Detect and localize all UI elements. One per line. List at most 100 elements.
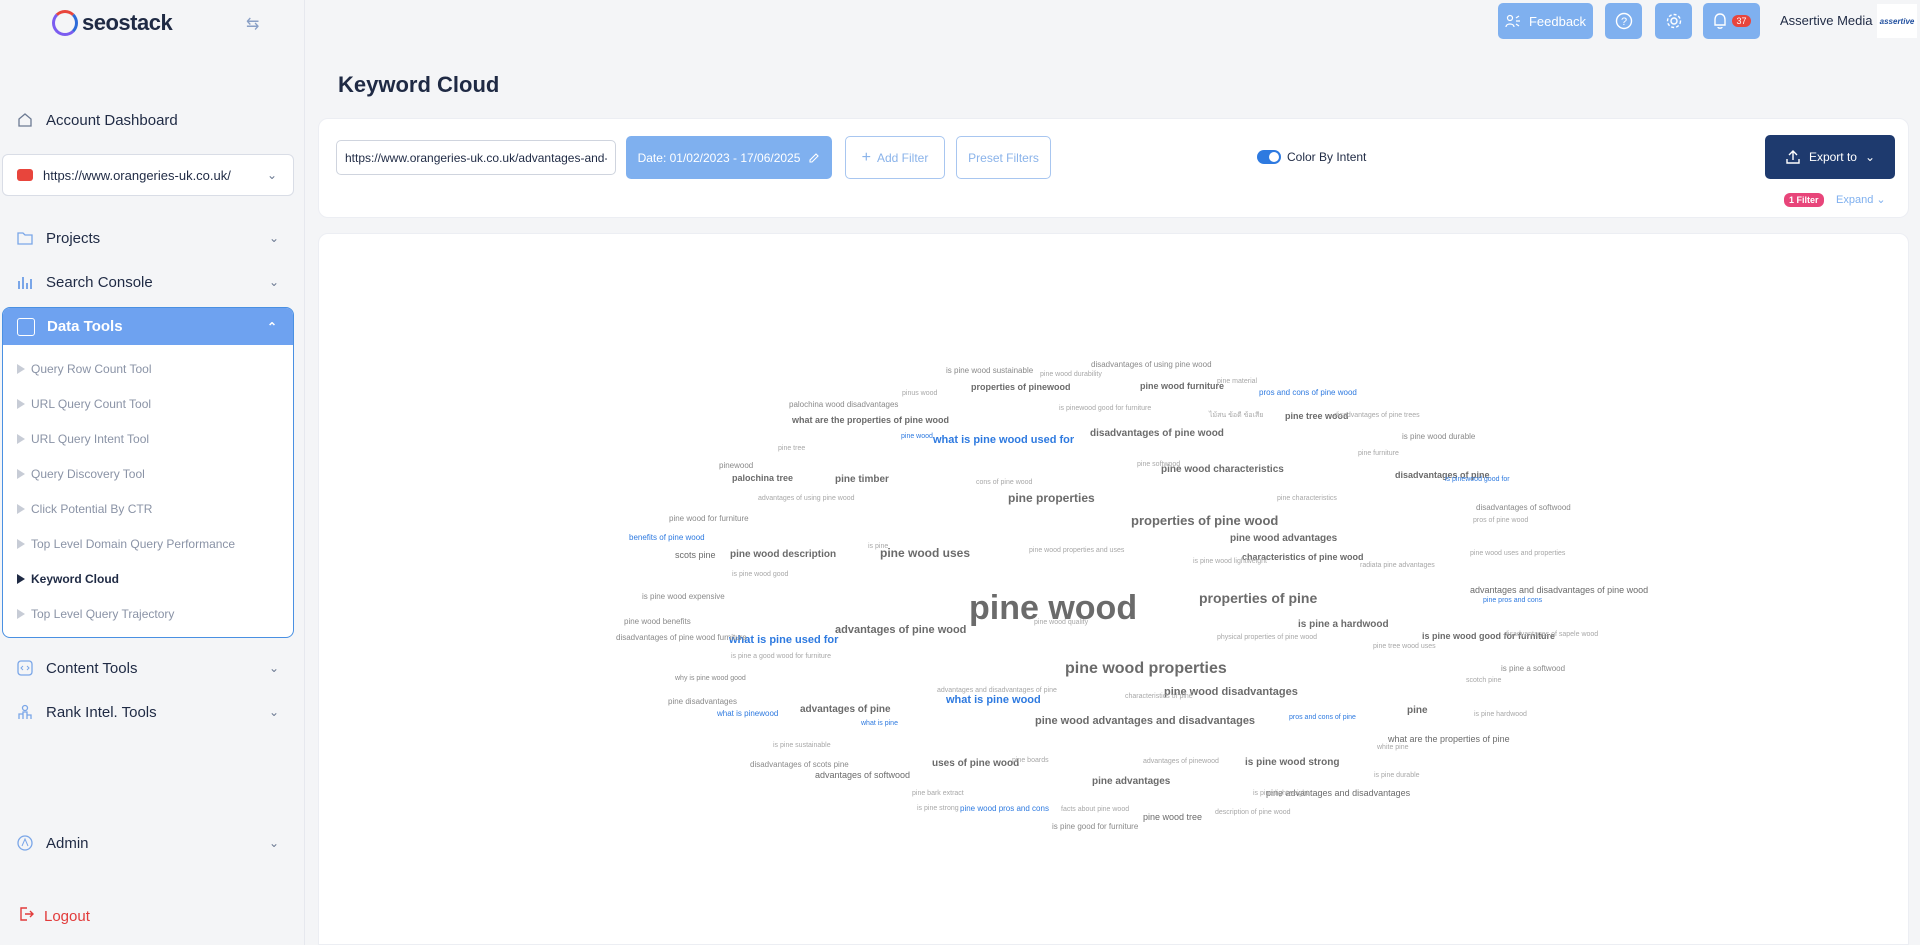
- data-tool-url-query-intent[interactable]: URL Query Intent Tool: [17, 432, 149, 446]
- keyword-cloud-word[interactable]: pine wood advantages and disadvantages: [1035, 716, 1255, 727]
- keyword-cloud-word[interactable]: disadvantages of pine wood: [1090, 429, 1224, 439]
- keyword-cloud-word[interactable]: what are the properties of pine wood: [792, 416, 949, 425]
- keyword-cloud-word[interactable]: advantages and disadvantages of pine woo…: [1470, 586, 1648, 595]
- help-button[interactable]: ?: [1605, 3, 1642, 39]
- keyword-cloud-word[interactable]: what is pine wood used for: [933, 435, 1074, 446]
- data-tool-url-query-count[interactable]: URL Query Count Tool: [17, 397, 151, 411]
- keyword-cloud-word[interactable]: disadvantages of softwood: [1476, 504, 1571, 512]
- keyword-cloud-word[interactable]: properties of pinewood: [971, 383, 1071, 392]
- export-button[interactable]: Export to ⌄: [1765, 135, 1895, 179]
- keyword-cloud-word[interactable]: advantages and disadvantages of pine: [937, 687, 1057, 694]
- keyword-cloud-word[interactable]: palochina wood disadvantages: [789, 401, 898, 409]
- keyword-cloud-word[interactable]: pine wood uses: [880, 547, 970, 559]
- keyword-cloud-word[interactable]: pine wood for furniture: [669, 515, 749, 523]
- keyword-cloud-word[interactable]: is pine wood expensive: [642, 593, 725, 601]
- data-tool-tld-query-performance[interactable]: Top Level Domain Query Performance: [17, 537, 235, 551]
- data-tool-query-row-count[interactable]: Query Row Count Tool: [17, 362, 152, 376]
- keyword-cloud-word[interactable]: advantages of pinewood: [1143, 758, 1219, 765]
- keyword-cloud-word[interactable]: disadvantages of scots pine: [750, 761, 849, 769]
- keyword-cloud-word[interactable]: is pine wood sustainable: [946, 367, 1033, 375]
- keyword-cloud-word[interactable]: is pine wood lightweight: [1193, 558, 1267, 565]
- keyword-cloud-word[interactable]: facts about pine wood: [1061, 806, 1129, 813]
- keyword-cloud-word[interactable]: is pine wood durable: [1402, 433, 1475, 441]
- keyword-cloud-word[interactable]: pine boards: [1012, 757, 1049, 764]
- collapse-sidebar-icon[interactable]: ⇆: [246, 14, 259, 34]
- keyword-cloud-word[interactable]: is pinewood good for: [1445, 476, 1510, 483]
- data-tool-click-potential[interactable]: Click Potential By CTR: [17, 502, 152, 516]
- keyword-cloud-word[interactable]: is pine good for furniture: [1052, 823, 1138, 831]
- keyword-cloud-word[interactable]: characteristics of pine: [1125, 693, 1193, 700]
- keyword-cloud-word[interactable]: pine wood durability: [1040, 371, 1102, 378]
- keyword-cloud-word[interactable]: disadvantages of using pine wood: [1091, 361, 1212, 369]
- keyword-cloud-word[interactable]: scots pine: [675, 551, 716, 560]
- keyword-cloud-word[interactable]: pine properties: [1008, 492, 1095, 504]
- keyword-cloud-word[interactable]: properties of pine wood: [1131, 514, 1278, 527]
- nav-account-dashboard[interactable]: Account Dashboard: [16, 107, 293, 133]
- keyword-cloud-word[interactable]: advantages of pine: [800, 705, 891, 715]
- keyword-cloud-word[interactable]: palochina tree: [732, 474, 793, 483]
- keyword-cloud-word[interactable]: pine wood tree: [1143, 813, 1202, 822]
- feedback-button[interactable]: Feedback: [1498, 3, 1593, 39]
- nav-projects[interactable]: Projects ⌄: [16, 225, 293, 251]
- keyword-cloud-word[interactable]: pine wood properties and uses: [1029, 547, 1124, 554]
- keyword-cloud-word[interactable]: disadvantages of sapele wood: [1504, 631, 1598, 638]
- keyword-cloud-word[interactable]: is pine a softwood: [1501, 665, 1565, 673]
- keyword-cloud-word[interactable]: pine: [1407, 706, 1428, 716]
- keyword-cloud-word[interactable]: is pine wood good: [732, 571, 788, 578]
- nav-data-tools[interactable]: Data Tools ⌃: [3, 308, 293, 345]
- keyword-cloud-word[interactable]: benefits of pine wood: [629, 534, 705, 542]
- keyword-cloud-word[interactable]: pine material: [1217, 378, 1257, 385]
- keyword-cloud-word[interactable]: advantages of using pine wood: [758, 495, 855, 502]
- domain-select[interactable]: https://www.orangeries-uk.co.uk/ ⌄: [2, 154, 294, 196]
- nav-search-console[interactable]: Search Console ⌄: [16, 269, 293, 295]
- keyword-cloud-word[interactable]: pine wood: [901, 433, 933, 440]
- keyword-cloud-word[interactable]: pine wood quality: [1034, 619, 1088, 626]
- data-tool-tl-query-trajectory[interactable]: Top Level Query Trajectory: [17, 607, 174, 621]
- notifications-button[interactable]: 37: [1703, 3, 1760, 39]
- keyword-cloud-word[interactable]: disadvantages of pine wood furniture: [616, 634, 747, 642]
- keyword-cloud-word[interactable]: why is pine wood good: [675, 675, 746, 682]
- keyword-cloud-word[interactable]: pine characteristics: [1277, 495, 1337, 502]
- user-name[interactable]: Assertive Media: [1780, 13, 1872, 28]
- keyword-cloud-word[interactable]: description of pine wood: [1215, 809, 1291, 816]
- keyword-cloud-word[interactable]: pine tree wood uses: [1373, 643, 1436, 650]
- keyword-cloud-word[interactable]: what is pine: [861, 720, 898, 727]
- keyword-cloud-word[interactable]: what is pinewood: [717, 710, 778, 718]
- keyword-cloud-word[interactable]: pinus wood: [902, 390, 937, 397]
- keyword-cloud-word[interactable]: white pine: [1377, 744, 1409, 751]
- keyword-cloud-word[interactable]: radiata pine advantages: [1360, 562, 1435, 569]
- keyword-cloud-word[interactable]: physical properties of pine wood: [1217, 634, 1317, 641]
- data-tool-keyword-cloud[interactable]: Keyword Cloud: [17, 572, 119, 586]
- keyword-cloud-word[interactable]: what is pine wood: [946, 695, 1041, 706]
- keyword-cloud-word[interactable]: pine tree: [778, 445, 805, 452]
- expand-filters-link[interactable]: Expand ⌄: [1836, 193, 1886, 206]
- keyword-cloud-word[interactable]: is pine sustainable: [773, 742, 831, 749]
- keyword-cloud-word[interactable]: is pine a good wood for furniture: [731, 653, 831, 660]
- keyword-cloud-word[interactable]: is pinewood good for furniture: [1059, 405, 1151, 412]
- keyword-cloud-word[interactable]: pine wood properties: [1065, 661, 1227, 677]
- keyword-cloud-word[interactable]: pinewood: [719, 462, 753, 470]
- keyword-cloud-word[interactable]: pine disadvantages: [668, 698, 737, 706]
- keyword-cloud-word[interactable]: is pine strong: [917, 805, 959, 812]
- keyword-cloud-word[interactable]: is pine a hardwood: [1298, 620, 1389, 630]
- date-range-button[interactable]: Date: 01/02/2023 - 17/06/2025: [626, 136, 832, 179]
- keyword-cloud-word[interactable]: advantages of softwood: [815, 771, 910, 780]
- keyword-cloud-word[interactable]: pine furniture: [1358, 450, 1399, 457]
- keyword-cloud-word[interactable]: is pine: [868, 543, 888, 550]
- keyword-cloud-word[interactable]: what are the properties of pine: [1388, 735, 1510, 744]
- data-tool-query-discovery[interactable]: Query Discovery Tool: [17, 467, 145, 481]
- keyword-cloud-word[interactable]: scotch pine: [1466, 677, 1501, 684]
- logout-button[interactable]: Logout: [18, 906, 90, 927]
- keyword-cloud-word[interactable]: pine wood description: [730, 550, 836, 560]
- keyword-cloud-word[interactable]: pine wood benefits: [624, 618, 691, 626]
- keyword-cloud-word[interactable]: advantages of pine wood: [835, 625, 966, 636]
- brand-logo[interactable]: seostack: [52, 10, 173, 36]
- keyword-cloud-word[interactable]: ไม้สน ข้อดี ข้อเสีย: [1209, 412, 1263, 419]
- keyword-cloud-word[interactable]: pine advantages: [1092, 777, 1170, 787]
- keyword-cloud-word[interactable]: pros and cons of pine: [1289, 714, 1356, 721]
- keyword-cloud-word[interactable]: pros and cons of pine wood: [1259, 389, 1357, 397]
- keyword-cloud-word[interactable]: pine wood pros and cons: [960, 805, 1049, 813]
- add-filter-button[interactable]: + Add Filter: [845, 136, 945, 179]
- keyword-cloud-word[interactable]: pine softwood: [1137, 461, 1180, 468]
- keyword-cloud-word[interactable]: pine wood furniture: [1140, 382, 1224, 391]
